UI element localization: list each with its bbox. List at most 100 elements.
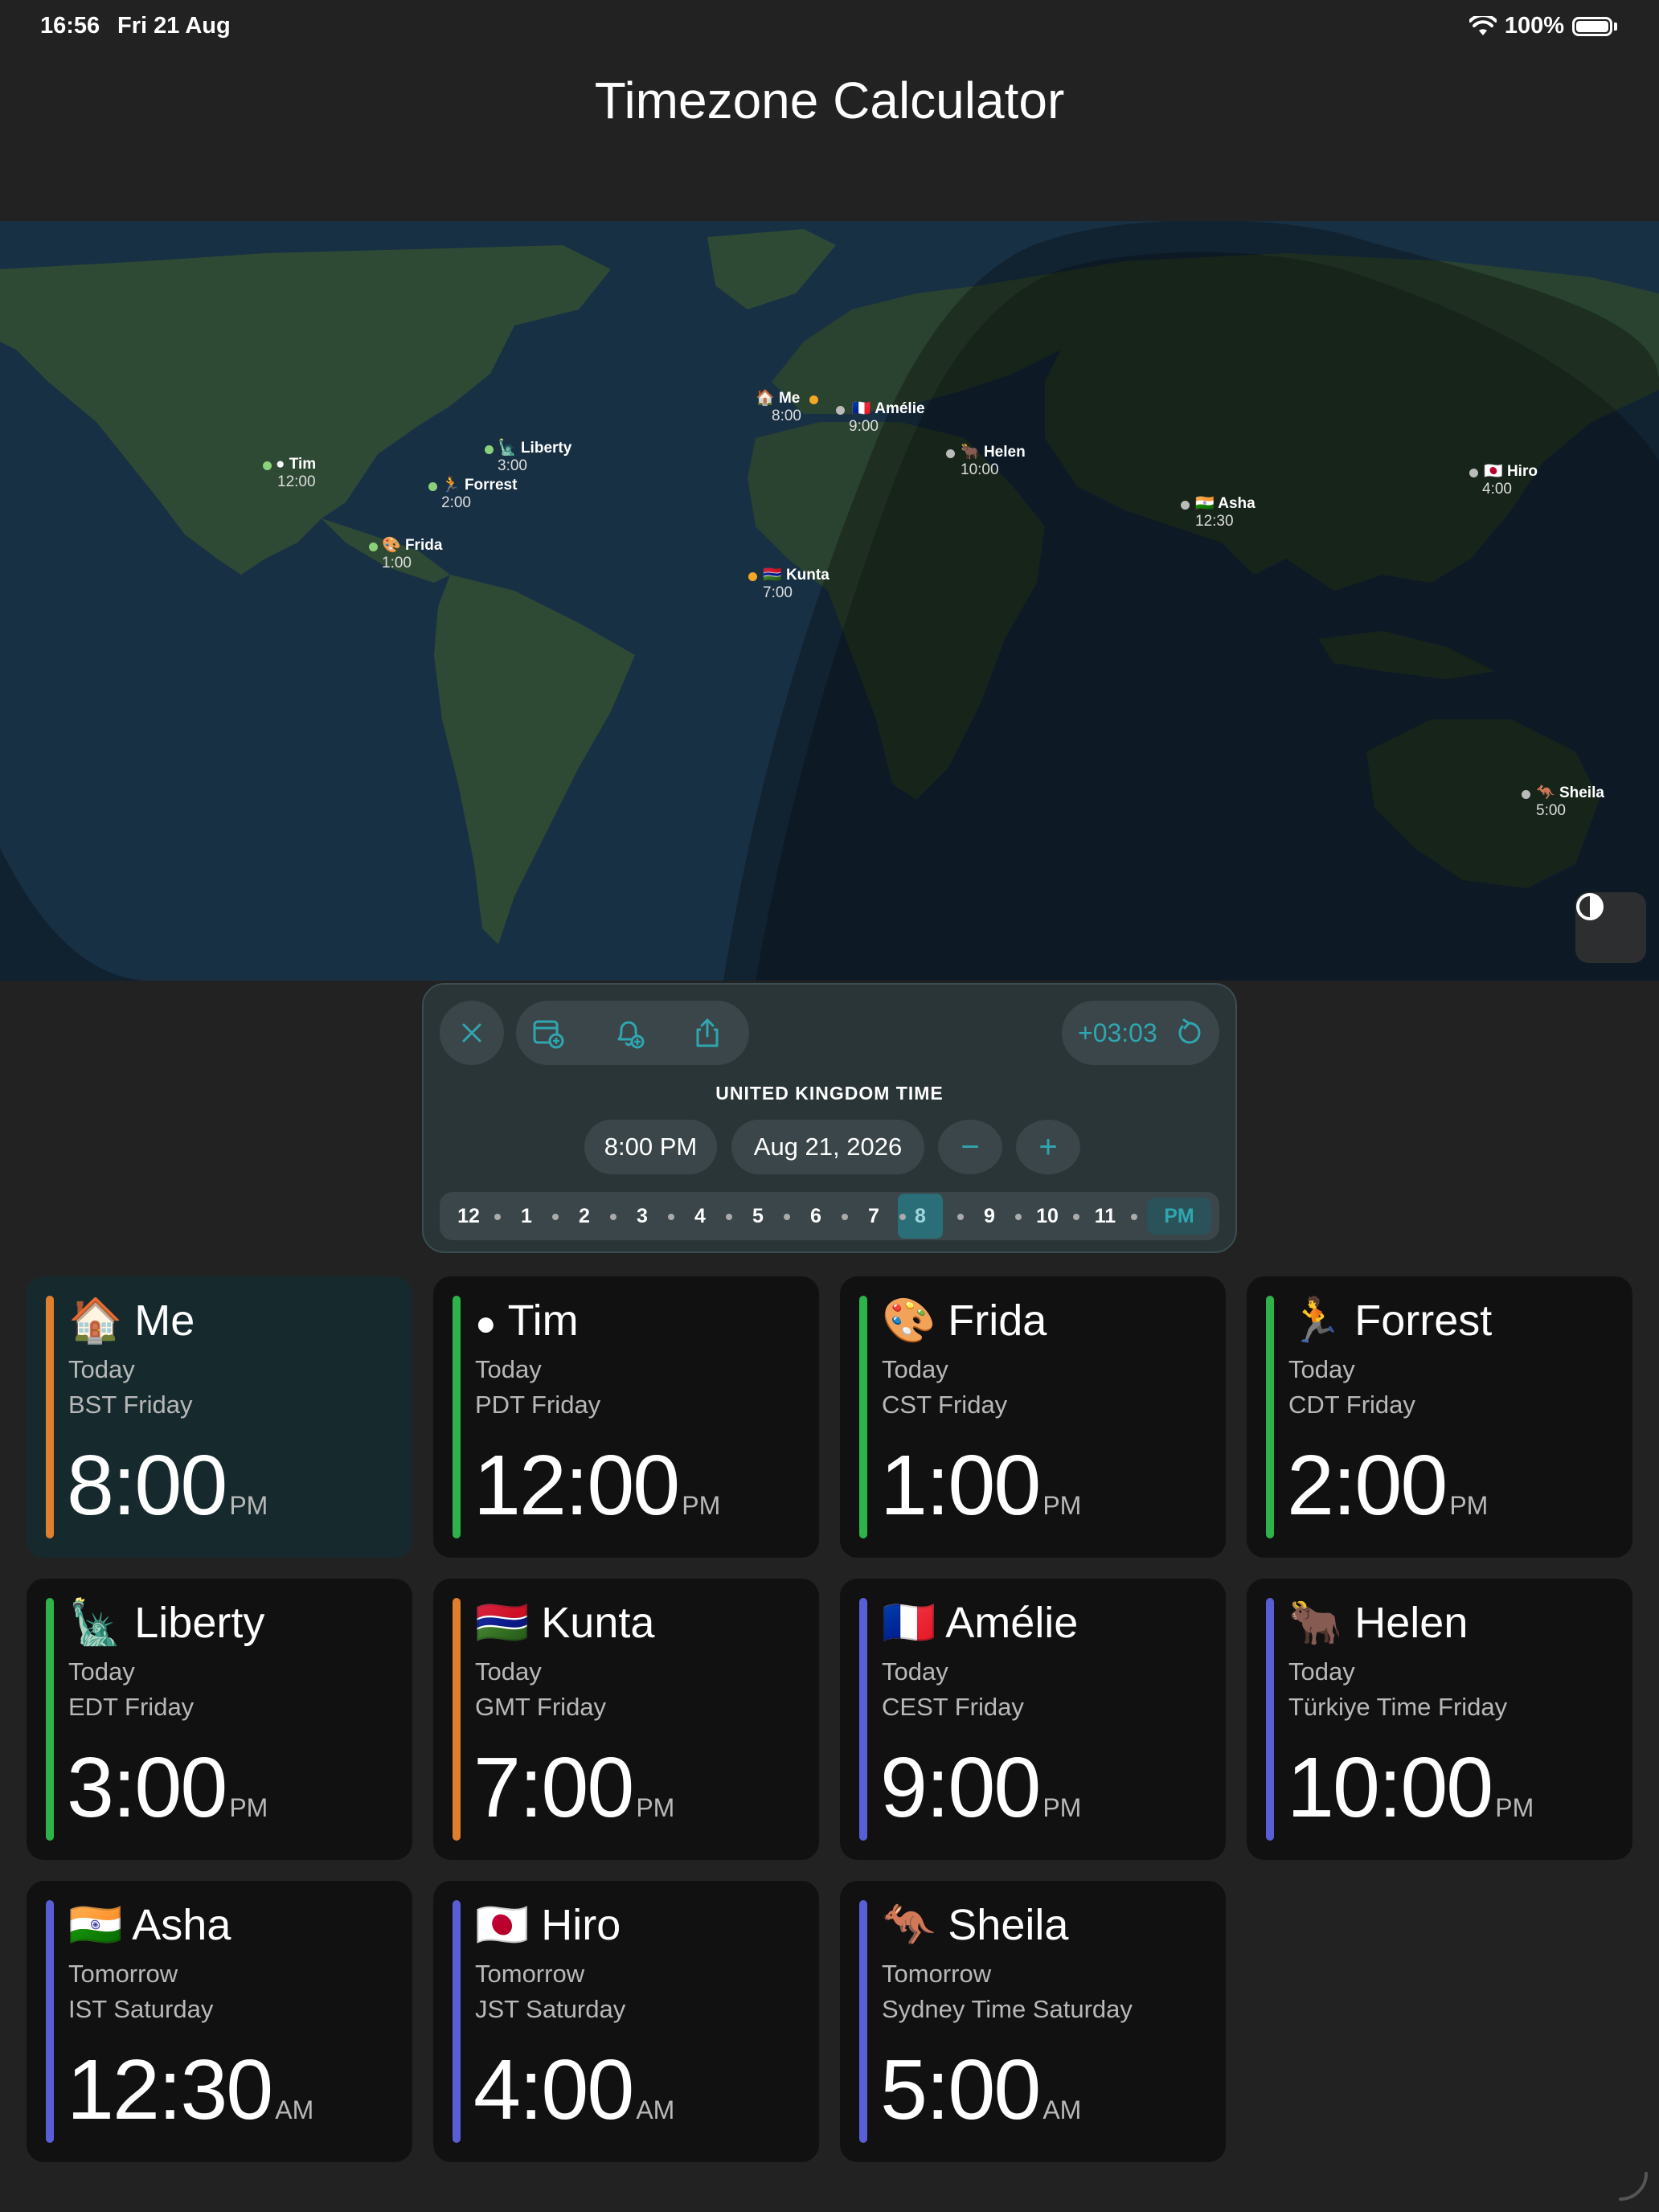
pin-name: Kunta — [785, 567, 830, 584]
resize-handle-icon[interactable] — [1616, 2169, 1649, 2202]
relative-day: Today — [68, 1657, 135, 1686]
accent-bar — [453, 1598, 461, 1841]
person-name: Asha — [132, 1901, 231, 1949]
world-map[interactable]: 🏠 Me 8:00 🇫🇷 Amélie 9:00 🐂 Helen 10:00 ●… — [0, 221, 1659, 981]
reference-zone-label: UNITED KINGDOM TIME — [715, 1083, 944, 1104]
relative-day: Today — [882, 1355, 948, 1383]
clock-time: 1:00 — [880, 1438, 1041, 1533]
clock-meridiem: PM — [1449, 1491, 1489, 1520]
person-emoji: 🐂 — [1288, 1599, 1343, 1647]
clock-meridiem: PM — [682, 1491, 721, 1520]
hour-option[interactable]: 7 — [858, 1192, 890, 1240]
close-icon — [462, 1023, 481, 1043]
timezone-label: BST Friday — [68, 1391, 193, 1419]
pin-emoji: 🐂 — [961, 444, 980, 461]
pin-name: Liberty — [520, 440, 572, 457]
person-card-kunta[interactable]: 🇬🇲 Kunta Today GMT Friday 7:00 PM — [433, 1579, 819, 1860]
close-button[interactable] — [440, 1001, 504, 1065]
clock-display: 1:00 PM — [880, 1437, 1081, 1534]
person-card-amlie[interactable]: 🇫🇷 Amélie Today CEST Friday 9:00 PM — [840, 1579, 1226, 1860]
clock-meridiem: PM — [229, 1491, 268, 1520]
pin-name: Tim — [289, 456, 317, 473]
person-card-asha[interactable]: 🇮🇳 Asha Tomorrow IST Saturday 12:30 AM — [27, 1881, 412, 2162]
hour-tick — [494, 1214, 501, 1220]
hour-option[interactable]: 2 — [568, 1192, 600, 1240]
timezone-label: Türkiye Time Friday — [1288, 1693, 1508, 1721]
clock-time: 12:30 — [67, 2042, 273, 2137]
person-name-row: 🗽 Liberty — [68, 1598, 264, 1649]
hour-tick — [1131, 1214, 1137, 1220]
hour-option[interactable]: 11 — [1089, 1192, 1121, 1240]
increment-button[interactable]: + — [1016, 1120, 1080, 1174]
accent-bar — [859, 1598, 867, 1841]
wifi-icon — [1469, 15, 1497, 35]
person-emoji: 🇮🇳 — [68, 1901, 123, 1949]
hour-selector[interactable]: 12 1 2 3 4 5 6 7 8 9 10 11 PM — [440, 1192, 1219, 1240]
day-night-toggle-button[interactable] — [1575, 892, 1646, 963]
timezone-label: CDT Friday — [1288, 1391, 1415, 1419]
person-card-forrest[interactable]: 🏃 Forrest Today CDT Friday 2:00 PM — [1247, 1276, 1632, 1558]
clock-meridiem: PM — [1495, 1793, 1534, 1822]
contrast-icon — [1576, 893, 1604, 920]
relative-day: Today — [882, 1657, 948, 1686]
time-offset-reset-button[interactable]: +03:03 — [1062, 1001, 1219, 1065]
accent-bar — [859, 1296, 867, 1538]
hour-option[interactable]: 6 — [800, 1192, 832, 1240]
person-emoji: 🇫🇷 — [882, 1599, 936, 1647]
relative-day: Tomorrow — [882, 1960, 992, 1988]
hour-option[interactable]: 3 — [626, 1192, 658, 1240]
person-name-row: 🇬🇲 Kunta — [475, 1598, 654, 1649]
apple-icon: ● — [276, 456, 285, 473]
date-picker[interactable]: Aug 21, 2026 — [731, 1120, 924, 1174]
pin-name: Me — [778, 390, 801, 407]
hour-option[interactable]: 9 — [973, 1192, 1006, 1240]
hour-option[interactable]: 4 — [684, 1192, 716, 1240]
person-card-sheila[interactable]: 🦘 Sheila Tomorrow Sydney Time Saturday 5:00… — [840, 1881, 1226, 2162]
person-emoji: 🎨 — [882, 1296, 936, 1345]
clock-meridiem: AM — [275, 2095, 314, 2124]
pin-time: 9:00 — [849, 418, 879, 435]
hour-option[interactable]: 1 — [510, 1192, 543, 1240]
pin-dot — [748, 572, 757, 581]
person-emoji: 🦘 — [882, 1901, 936, 1949]
pin-name: Amélie — [875, 400, 925, 417]
pin-name: Hiro — [1506, 463, 1538, 480]
hour-option[interactable]: 5 — [742, 1192, 774, 1240]
clock-display: 8:00 PM — [67, 1437, 268, 1534]
clock-time: 10:00 — [1287, 1740, 1493, 1835]
person-card-liberty[interactable]: 🗽 Liberty Today EDT Friday 3:00 PM — [27, 1579, 412, 1860]
reset-icon — [1178, 1018, 1201, 1044]
clock-time: 8:00 — [67, 1438, 227, 1533]
relative-day: Today — [1288, 1657, 1355, 1686]
person-card-helen[interactable]: 🐂 Helen Today Türkiye Time Friday 10:00 PM — [1247, 1579, 1632, 1860]
time-picker[interactable]: 8:00 PM — [584, 1120, 717, 1174]
hour-tick — [957, 1214, 964, 1220]
pin-time: 8:00 — [772, 408, 801, 424]
share-icon[interactable] — [691, 1017, 723, 1049]
person-card-hiro[interactable]: 🇯🇵 Hiro Tomorrow JST Saturday 4:00 AM — [433, 1881, 819, 2162]
person-card-frida[interactable]: 🎨 Frida Today CST Friday 1:00 PM — [840, 1276, 1226, 1558]
pin-dot — [1469, 469, 1478, 477]
hour-option[interactable]: 12 — [453, 1192, 485, 1240]
person-name: Amélie — [945, 1599, 1079, 1647]
decrement-button[interactable]: − — [938, 1120, 1002, 1174]
hour-tick — [842, 1214, 848, 1220]
bell-add-icon[interactable] — [612, 1017, 645, 1049]
hour-tick — [610, 1214, 616, 1220]
time-control-panel: +03:03 UNITED KINGDOM TIME 8:00 PM Aug 2… — [422, 983, 1237, 1253]
status-bar: 16:56 Fri 21 Aug 100% — [0, 0, 1659, 51]
clock-time: 12:00 — [473, 1438, 680, 1533]
action-button-group — [516, 1001, 749, 1065]
person-card-me[interactable]: 🏠 Me Today BST Friday 8:00 PM — [27, 1276, 412, 1558]
pin-emoji: 🎨 — [382, 537, 401, 554]
hour-option[interactable]: 10 — [1031, 1192, 1063, 1240]
pin-emoji: 🗽 — [498, 440, 517, 457]
pin-emoji: 🇫🇷 — [852, 400, 871, 417]
meridiem-toggle[interactable]: PM — [1147, 1198, 1211, 1235]
pin-name: Helen — [983, 444, 1026, 461]
hour-option-selected[interactable]: 8 — [904, 1192, 936, 1240]
calendar-add-icon[interactable] — [532, 1017, 564, 1049]
clock-display: 2:00 PM — [1287, 1437, 1488, 1534]
person-card-tim[interactable]: ● Tim Today PDT Friday 12:00 PM — [433, 1276, 819, 1558]
battery-tip — [1614, 22, 1617, 31]
